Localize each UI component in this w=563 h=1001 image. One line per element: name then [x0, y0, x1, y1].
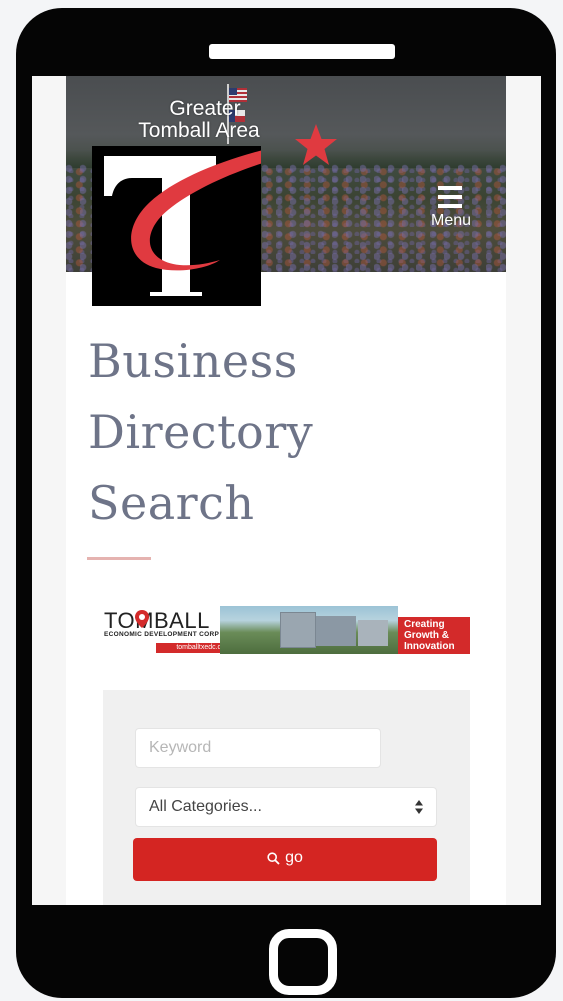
menu-label: Menu — [430, 212, 472, 229]
ad-building — [316, 616, 356, 646]
phone-speaker — [209, 44, 395, 59]
title-line-3: Search — [88, 476, 255, 530]
title-line-1: Business — [88, 334, 298, 388]
hamburger-icon — [438, 186, 462, 208]
web-page: Greater Tomball Area Menu Business Direc… — [66, 76, 506, 905]
ad-subtitle: ECONOMIC DEVELOPMENT CORP — [104, 631, 220, 638]
title-line-2: Directory — [88, 405, 314, 459]
menu-button[interactable]: Menu — [422, 186, 472, 234]
keyword-input[interactable] — [135, 728, 381, 768]
ad-tagline-line: Growth & — [404, 630, 449, 641]
go-button[interactable]: go — [133, 838, 437, 881]
search-panel: All Categories... go — [103, 690, 470, 905]
ad-brand-area: TOMBALL ECONOMIC DEVELOPMENT CORP tombal… — [100, 606, 248, 654]
phone-screen: Greater Tomball Area Menu Business Direc… — [32, 76, 541, 905]
logo-line2: Tomball Area — [138, 119, 260, 142]
ad-tagline-line: Innovation — [404, 641, 455, 652]
ad-tagline: Creating Growth & Innovation — [404, 619, 455, 652]
star-icon — [295, 124, 337, 165]
ad-tagline-box: Creating Growth & Innovation — [398, 617, 470, 654]
ad-photo — [220, 606, 398, 654]
ad-building — [280, 612, 316, 648]
ad-tagline-line: Creating — [404, 619, 445, 630]
logo-text[interactable]: Greater Tomball Area — [124, 98, 274, 142]
logo-t-graphic — [104, 150, 261, 296]
ad-building — [358, 620, 388, 646]
go-label: go — [285, 849, 303, 867]
map-pin-icon — [135, 610, 149, 628]
category-select[interactable]: All Categories... — [135, 787, 437, 827]
page-title: Business Directory Search — [88, 326, 488, 539]
logo-t-emblem[interactable] — [92, 146, 261, 306]
logo-line1: Greater — [169, 97, 241, 120]
up-down-arrows-icon — [415, 800, 423, 814]
title-divider — [87, 557, 151, 560]
ad-banner[interactable]: TOMBALL ECONOMIC DEVELOPMENT CORP tombal… — [100, 606, 470, 654]
home-button-icon[interactable] — [269, 929, 337, 995]
search-icon — [267, 852, 280, 865]
category-select-value: All Categories... — [149, 798, 262, 815]
